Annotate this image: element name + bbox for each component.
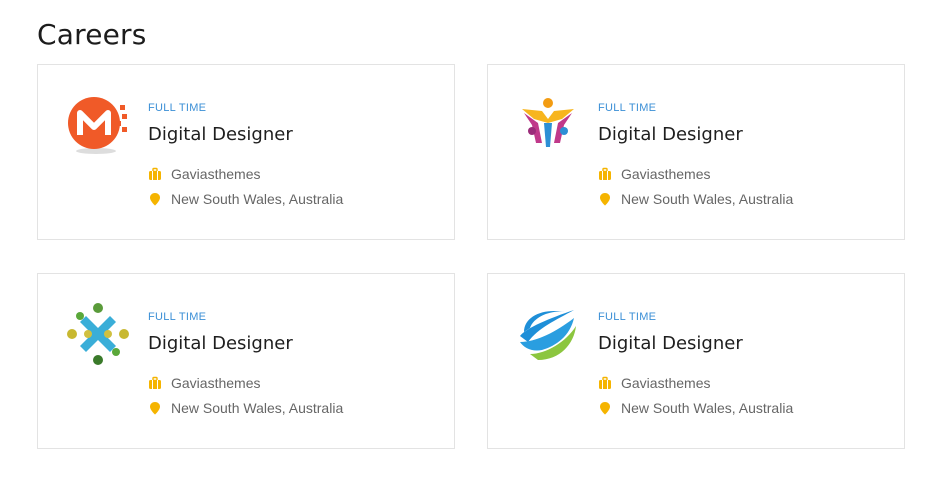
company-name: Gaviasthemes: [621, 375, 711, 391]
briefcase-icon: [598, 376, 612, 390]
location-row: New South Wales, Australia: [148, 398, 343, 418]
orange-m-logo-icon[interactable]: [66, 93, 130, 157]
section-title: Careers: [37, 18, 147, 51]
company-row: Gaviasthemes: [598, 373, 710, 393]
green-blue-cross-logo-icon[interactable]: [66, 302, 130, 366]
company-row: Gaviasthemes: [598, 164, 710, 184]
location-text: New South Wales, Australia: [621, 191, 794, 207]
job-title-link[interactable]: Digital Designer: [598, 124, 743, 145]
briefcase-icon: [598, 167, 612, 181]
location-text: New South Wales, Australia: [171, 400, 344, 416]
blue-green-swoosh-logo-icon[interactable]: [516, 302, 580, 366]
briefcase-icon: [148, 376, 162, 390]
location-row: New South Wales, Australia: [598, 398, 793, 418]
map-pin-icon: [598, 192, 612, 206]
job-card[interactable]: FULL TIME Digital Designer Gaviasthemes …: [487, 273, 905, 449]
colorful-people-logo-icon[interactable]: [516, 93, 580, 157]
map-pin-icon: [148, 401, 162, 415]
briefcase-icon: [148, 167, 162, 181]
job-card[interactable]: FULL TIME Digital Designer Gaviasthemes …: [487, 64, 905, 240]
company-row: Gaviasthemes: [148, 164, 260, 184]
location-row: New South Wales, Australia: [598, 189, 793, 209]
job-type: FULL TIME: [148, 311, 207, 323]
job-title-link[interactable]: Digital Designer: [598, 333, 743, 354]
map-pin-icon: [598, 401, 612, 415]
company-name: Gaviasthemes: [621, 166, 711, 182]
job-title-link[interactable]: Digital Designer: [148, 124, 293, 145]
location-text: New South Wales, Australia: [171, 191, 344, 207]
job-type: FULL TIME: [598, 102, 657, 114]
map-pin-icon: [148, 192, 162, 206]
company-row: Gaviasthemes: [148, 373, 260, 393]
location-row: New South Wales, Australia: [148, 189, 343, 209]
location-text: New South Wales, Australia: [621, 400, 794, 416]
job-title-link[interactable]: Digital Designer: [148, 333, 293, 354]
job-type: FULL TIME: [148, 102, 207, 114]
job-card[interactable]: FULL TIME Digital Designer Gaviasthemes …: [37, 273, 455, 449]
company-name: Gaviasthemes: [171, 166, 261, 182]
company-name: Gaviasthemes: [171, 375, 261, 391]
job-type: FULL TIME: [598, 311, 657, 323]
job-card[interactable]: FULL TIME Digital Designer Gaviasthemes …: [37, 64, 455, 240]
